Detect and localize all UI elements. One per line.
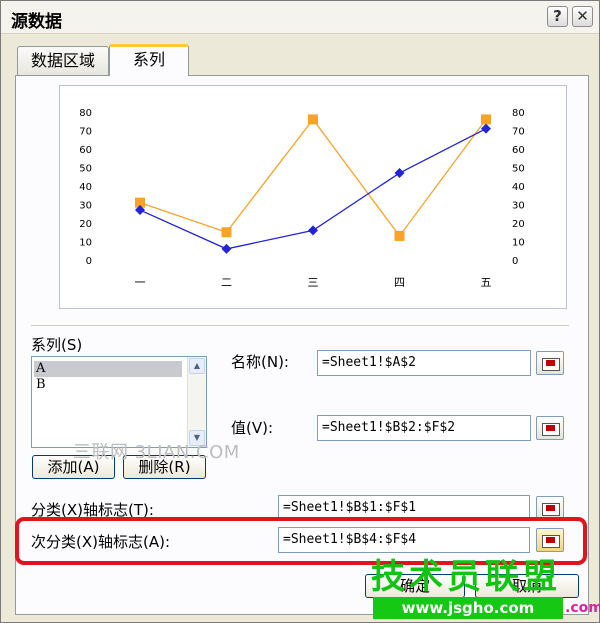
line-chart: 0 0 10 10 20 20 30 30 40 40 50 50 60 60 70 70 80 80 一 二 三 四 五	[79, 108, 525, 289]
y2-tick-label: 60	[512, 145, 525, 156]
site-logo: 技术员联盟	[371, 557, 561, 597]
values-ref-button[interactable]	[536, 416, 564, 440]
x-tick-label: 四	[394, 276, 405, 289]
help-button[interactable]: ?	[547, 6, 568, 27]
data-point-diamond	[308, 225, 318, 236]
series-item-a[interactable]: A	[34, 361, 182, 377]
y-tick-label: 80	[79, 108, 92, 119]
scroll-up-icon[interactable]: ▲	[189, 358, 205, 374]
y-tick-label: 50	[79, 164, 92, 175]
data-point-square	[394, 230, 405, 241]
y-tick-label: 40	[79, 182, 92, 193]
site-logo-suffix: .com	[565, 600, 600, 616]
values-label: 值(V):	[231, 419, 274, 437]
data-point-square	[308, 114, 318, 125]
tab-data-range[interactable]: 数据区域	[17, 46, 109, 76]
site-logo-url: www.jsgho.com	[373, 597, 563, 619]
values-field[interactable]: =Sheet1!$B$2:$F$2	[317, 415, 531, 441]
listbox-scrollbar[interactable]: ▲ ▼	[187, 357, 206, 447]
y-tick-label: 0	[86, 256, 92, 267]
y2-tick-label: 80	[512, 108, 525, 119]
series-list-label: 系列(S)	[31, 336, 83, 354]
x-tick-label: 二	[221, 276, 232, 289]
data-point-diamond	[394, 168, 405, 179]
data-point-square	[221, 227, 232, 238]
y-tick-label: 30	[79, 201, 92, 212]
close-button[interactable]: ✕	[572, 6, 593, 27]
x-tick-label: 五	[481, 276, 492, 289]
x-tick-label: 一	[135, 276, 146, 289]
name-label: 名称(N):	[231, 353, 289, 371]
y2-tick-label: 50	[512, 164, 525, 175]
tab-series[interactable]: 系列	[109, 44, 189, 76]
y2-tick-label: 70	[512, 127, 525, 138]
y2-tick-label: 40	[512, 182, 525, 193]
dialog-title: 源数据	[11, 12, 62, 32]
title-bar: 源数据 ? ✕	[1, 1, 599, 34]
data-point-diamond	[221, 243, 232, 254]
y-tick-label: 10	[79, 238, 92, 249]
x-tick-label: 三	[308, 276, 319, 289]
data-point-square	[481, 114, 491, 125]
y2-tick-label: 10	[512, 238, 525, 249]
y2-tick-label: 20	[512, 219, 525, 230]
watermark: 三联网 3LIAN.COM	[73, 442, 240, 463]
series-item-b[interactable]: B	[34, 377, 182, 393]
y2-tick-label: 0	[512, 256, 518, 267]
name-field[interactable]: =Sheet1!$A$2	[317, 350, 531, 376]
name-ref-button[interactable]	[536, 351, 564, 375]
source-data-dialog: 源数据 ? ✕ 数据区域 系列 0 0 10 10 20 20 30 30 40 40 50 50 60…	[0, 0, 600, 623]
series-line	[139, 118, 487, 238]
y-tick-label: 20	[79, 219, 92, 230]
chart-preview: 0 0 10 10 20 20 30 30 40 40 50 50 60 60 70 70 80 80 一 二 三 四 五	[59, 85, 567, 309]
y-tick-label: 60	[79, 145, 92, 156]
series-listbox[interactable]: A B ▲ ▼	[31, 356, 207, 448]
separator	[31, 325, 569, 326]
y-tick-label: 70	[79, 127, 92, 138]
y2-tick-label: 30	[512, 201, 525, 212]
